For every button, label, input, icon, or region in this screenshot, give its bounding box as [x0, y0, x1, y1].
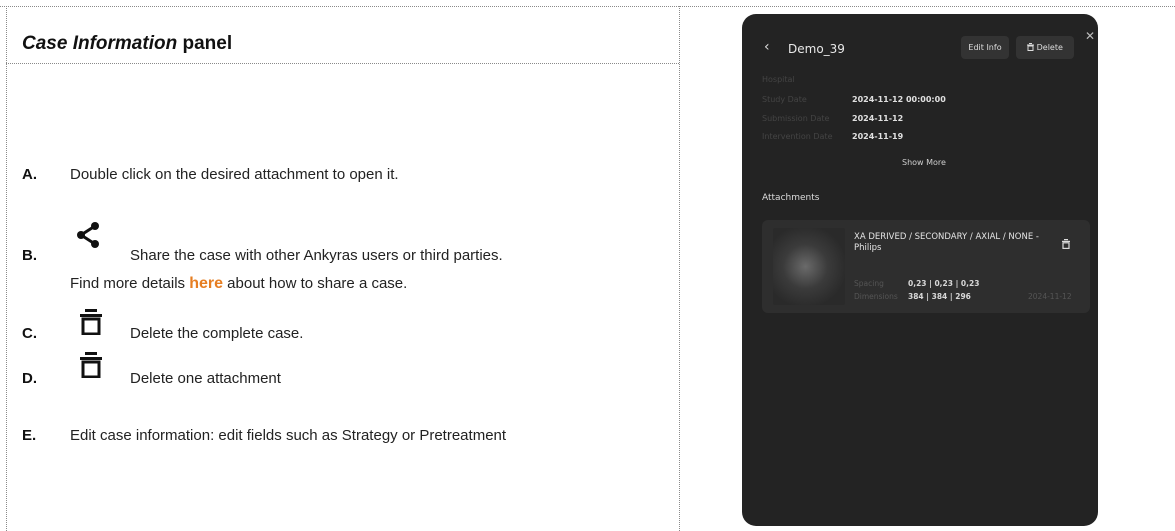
step-c-text: Delete the complete case. — [130, 325, 304, 342]
header-divider — [6, 63, 679, 64]
field-value-study-date: 2024-11-12 00:00:00 — [852, 95, 946, 104]
step-b-letter: B. — [22, 247, 37, 264]
spacing-label: Spacing — [854, 279, 884, 288]
frame-top-border — [0, 6, 1175, 7]
dimensions-value: 384 | 384 | 296 — [908, 292, 971, 301]
trash-icon — [1027, 43, 1035, 51]
case-name: Demo_39 — [788, 42, 845, 56]
dimensions-label: Dimensions — [854, 292, 898, 301]
attachment-title: XA DERIVED / SECONDARY / AXIAL / NONE - … — [854, 232, 1039, 253]
step-d-text: Delete one attachment — [130, 370, 281, 387]
trash-icon — [80, 309, 102, 340]
close-icon[interactable]: ✕ — [1085, 29, 1095, 43]
case-information-panel-screenshot: ‹ Demo_39 Edit Info Delete ✕ Hospital St… — [742, 14, 1098, 526]
field-value-submission-date: 2024-11-12 — [852, 114, 904, 123]
panel-title-rest: panel — [182, 33, 233, 54]
show-more-button[interactable]: Show More — [902, 158, 946, 167]
step-a-letter: A. — [22, 166, 37, 183]
delete-case-button[interactable]: Delete — [1016, 36, 1074, 59]
step-d-letter: D. — [22, 370, 37, 387]
step-c-letter: C. — [22, 325, 37, 342]
step-b-text: Share the case with other Ankyras users … — [130, 247, 503, 264]
attachment-card[interactable]: XA DERIVED / SECONDARY / AXIAL / NONE - … — [762, 220, 1090, 313]
field-label-hospital: Hospital — [762, 75, 795, 84]
field-label-intervention-date: Intervention Date — [762, 132, 833, 141]
step-b-line2-post: about how to share a case. — [223, 275, 408, 292]
field-label-submission-date: Submission Date — [762, 114, 830, 123]
trash-icon[interactable] — [1062, 234, 1070, 253]
attachments-heading: Attachments — [762, 193, 820, 203]
chevron-left-icon[interactable]: ‹ — [764, 39, 770, 55]
trash-icon — [80, 352, 102, 383]
step-b-line2-pre: Find more details — [70, 275, 190, 292]
spacing-value: 0,23 | 0,23 | 0,23 — [908, 279, 980, 288]
frame-left-border — [6, 6, 7, 531]
step-e-text: Edit case information: edit fields such … — [70, 427, 507, 444]
field-label-study-date: Study Date — [762, 95, 807, 104]
share-help-link[interactable]: here — [189, 275, 223, 292]
attachment-thumbnail — [773, 228, 845, 305]
attachment-date: 2024-11-12 — [1028, 292, 1072, 301]
step-e-letter: E. — [22, 427, 37, 444]
step-a-text: Double click on the desired attachment t… — [70, 166, 399, 183]
edit-info-button[interactable]: Edit Info — [961, 36, 1009, 59]
frame-divider — [679, 6, 680, 531]
panel-title: Case Information panel — [22, 33, 232, 55]
field-value-intervention-date: 2024-11-19 — [852, 132, 904, 141]
delete-case-label: Delete — [1036, 43, 1063, 52]
panel-title-italic: Case Information — [22, 33, 178, 54]
step-b-line2: Find more details here about how to shar… — [70, 275, 407, 293]
share-icon — [74, 221, 102, 254]
